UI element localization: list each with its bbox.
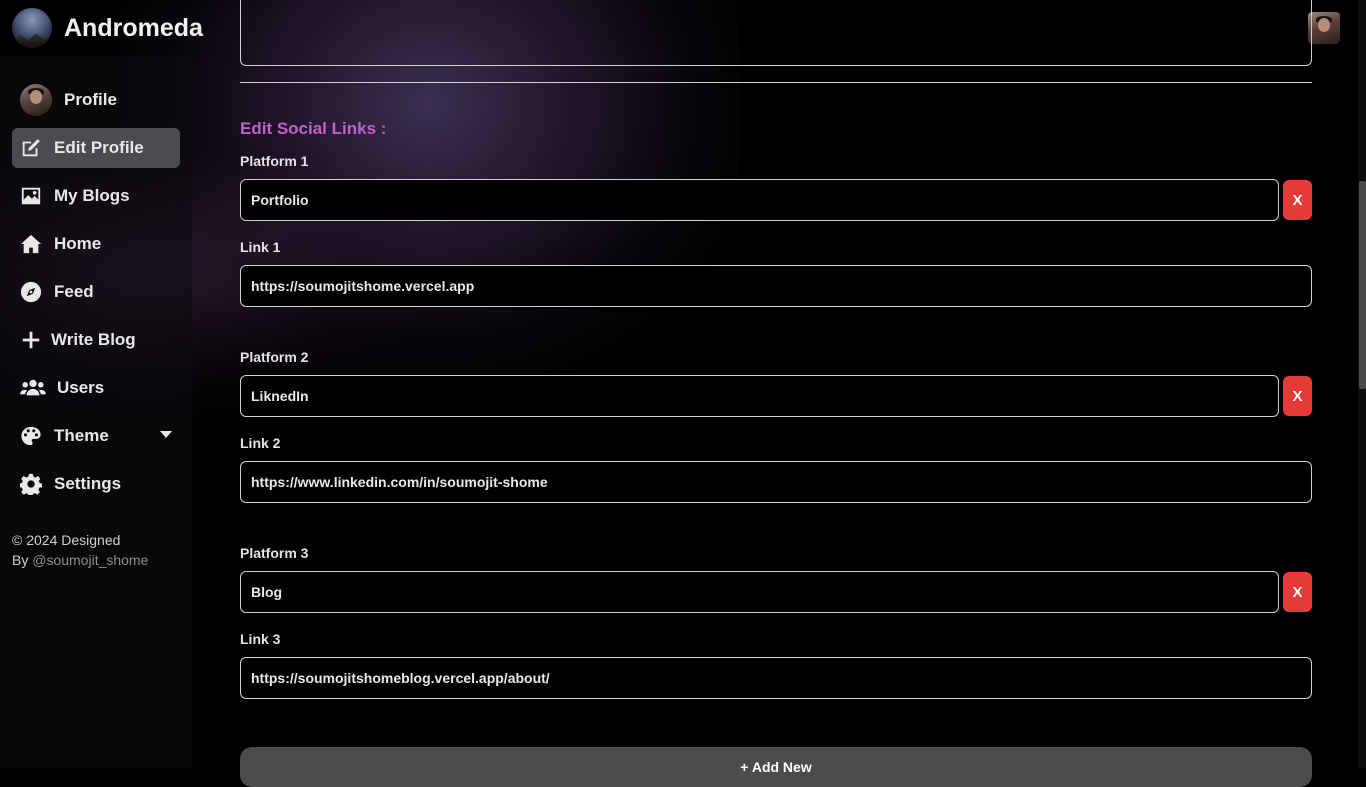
scrollbar-thumb[interactable] <box>1359 181 1366 389</box>
sidebar-item-write-blog[interactable]: Write Blog <box>12 320 180 360</box>
platform-3-label: Platform 3 <box>240 545 309 561</box>
sidebar-item-label: Write Blog <box>51 330 136 349</box>
platform-2-label: Platform 2 <box>240 349 309 365</box>
link-3-label: Link 3 <box>240 631 281 647</box>
sidebar-item-label: Profile <box>64 90 117 109</box>
gear-icon <box>20 473 42 495</box>
sidebar-item-profile[interactable]: Profile <box>12 80 180 120</box>
brand-name: Andromeda <box>64 13 203 42</box>
avatar-face <box>29 89 43 105</box>
bio-textarea[interactable] <box>240 0 1312 66</box>
link-1-input[interactable]: https://soumojitshome.vercel.app <box>240 265 1312 307</box>
brand-logo <box>12 8 52 48</box>
page-scrollbar[interactable] <box>1358 0 1366 768</box>
sidebar-item-label: Home <box>54 234 102 253</box>
image-icon <box>20 185 42 207</box>
add-new-link-button[interactable]: + Add New <box>240 747 1312 787</box>
section-divider <box>240 82 1312 83</box>
users-icon <box>20 377 46 399</box>
link-2-input[interactable]: https://www.linkedin.com/in/soumojit-sho… <box>240 461 1312 503</box>
sidebar-item-my-blogs[interactable]: My Blogs <box>12 176 180 216</box>
profile-avatar-icon <box>20 84 52 116</box>
designer-credit-prefix: By <box>12 552 33 568</box>
designer-credit: By @soumojit_shome <box>12 550 148 570</box>
sidebar-item-feed[interactable]: Feed <box>12 272 180 312</box>
brand[interactable]: Andromeda <box>12 8 203 48</box>
social-links-title: Edit Social Links : <box>240 119 387 138</box>
user-avatar-button[interactable] <box>1308 12 1340 44</box>
sidebar-footer: © 2024 Designed By @soumojit_shome <box>12 530 148 570</box>
sidebar-item-label: Users <box>57 378 105 397</box>
platform-2-input[interactable]: LiknedIn <box>240 375 1279 417</box>
sidebar: Profile Edit Profile My Blogs Home Feed <box>0 56 192 768</box>
link-2-label: Link 2 <box>240 435 281 451</box>
palette-icon <box>20 425 42 447</box>
platform-1-label: Platform 1 <box>240 153 309 169</box>
platform-1-input[interactable]: Portfolio <box>240 179 1279 221</box>
sidebar-item-label: Settings <box>54 474 122 493</box>
remove-platform-1-button[interactable]: X <box>1283 180 1312 220</box>
remove-platform-3-button[interactable]: X <box>1283 572 1312 612</box>
sidebar-item-label: Edit Profile <box>54 138 144 157</box>
sidebar-item-settings[interactable]: Settings <box>12 464 180 504</box>
plus-icon <box>20 329 42 351</box>
compass-icon <box>20 281 42 303</box>
copyright-text: © 2024 Designed <box>12 532 121 548</box>
home-icon <box>20 233 42 255</box>
designer-handle-link[interactable]: @soumojit_shome <box>32 552 148 568</box>
link-1-label: Link 1 <box>240 239 281 255</box>
sidebar-item-label: Feed <box>54 282 94 301</box>
sidebar-item-edit-profile[interactable]: Edit Profile <box>12 128 180 168</box>
link-3-input[interactable]: https://soumojitshomeblog.vercel.app/abo… <box>240 657 1312 699</box>
edit-icon <box>20 137 42 159</box>
sidebar-item-theme[interactable]: Theme <box>12 416 180 456</box>
avatar-face <box>1317 17 1331 33</box>
sidebar-item-label: My Blogs <box>54 186 130 205</box>
chevron-down-icon[interactable] <box>160 431 172 438</box>
sidebar-nav: Profile Edit Profile My Blogs Home Feed <box>12 80 180 512</box>
platform-3-input[interactable]: Blog <box>240 571 1279 613</box>
sidebar-item-users[interactable]: Users <box>12 368 180 408</box>
remove-platform-2-button[interactable]: X <box>1283 376 1312 416</box>
sidebar-item-home[interactable]: Home <box>12 224 180 264</box>
sidebar-item-label: Theme <box>54 426 109 445</box>
